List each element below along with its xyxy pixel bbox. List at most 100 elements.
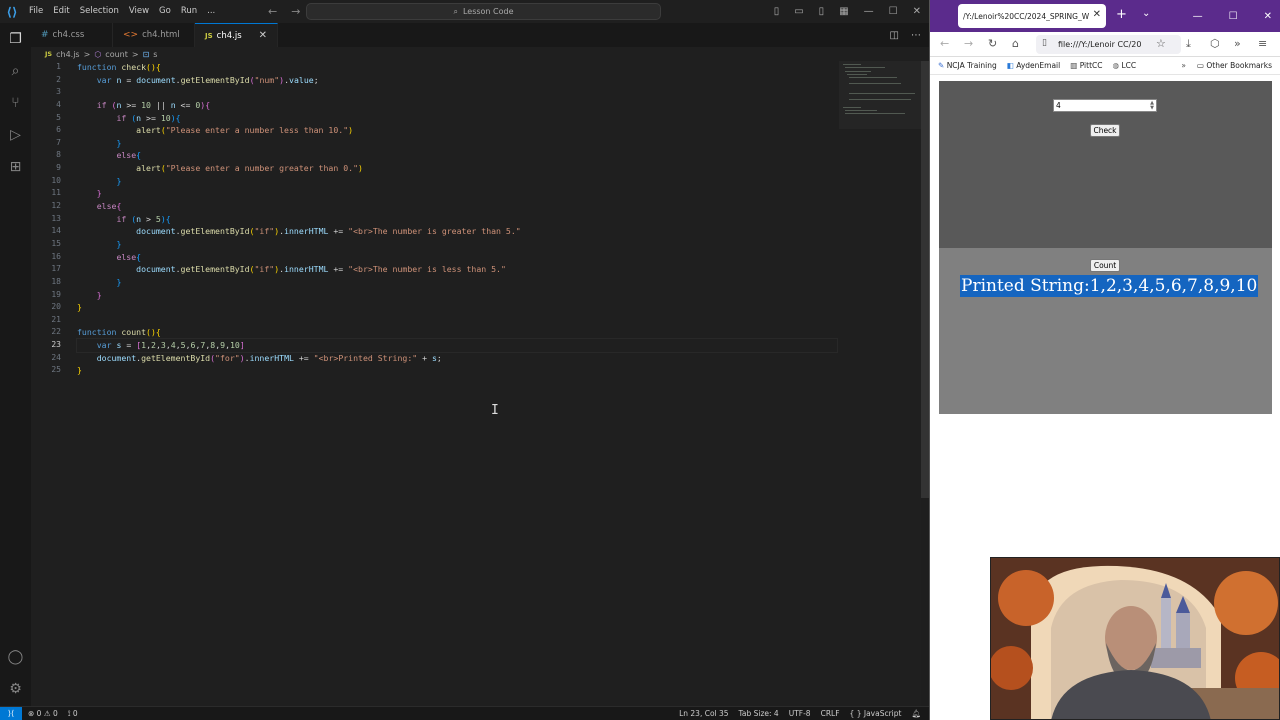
editor-scrollbar[interactable]: [921, 61, 929, 498]
problems-indicator[interactable]: ⊗ 0 ⚠ 0: [28, 709, 58, 719]
breadcrumb-file[interactable]: ch4.js: [56, 50, 80, 59]
maximize-icon[interactable]: ☐: [1229, 11, 1238, 22]
line-number: 18: [51, 276, 61, 286]
line-number: 14: [51, 226, 61, 236]
menu-file[interactable]: File: [24, 0, 48, 23]
line-number: 4: [56, 99, 61, 109]
menu-run[interactable]: Run: [176, 0, 202, 23]
minimize-icon[interactable]: —: [1193, 11, 1203, 22]
toggle-panel-icon[interactable]: ▭: [794, 6, 803, 17]
encoding[interactable]: UTF-8: [789, 709, 811, 718]
minimap[interactable]: [839, 61, 921, 129]
line-number: 23: [51, 340, 61, 350]
code-line: }: [77, 302, 82, 313]
check-button[interactable]: Check: [1090, 124, 1120, 137]
bookmark-ncja[interactable]: ✎ NCJA Training: [938, 61, 997, 70]
more-bookmarks-chevron-icon[interactable]: »: [1181, 61, 1186, 70]
breadcrumb-variable[interactable]: s: [153, 50, 157, 59]
other-bookmarks[interactable]: ▭ Other Bookmarks: [1197, 61, 1272, 70]
menu-bar: File Edit Selection View Go Run ...: [24, 0, 220, 23]
line-number: 20: [51, 302, 61, 312]
toggle-secondary-sidebar-icon[interactable]: ▯: [819, 6, 825, 17]
status-bar: ⟩⟨ ⊗ 0 ⚠ 0 ⟟ 0 Ln 23, Col 35 Tab Size: 4…: [0, 706, 929, 720]
code-editor[interactable]: 1 2 3 4 5 6 7 8 9 10 11 12 13 14 15 16 17 18 19 20 21 22 23 24 2…: [31, 61, 921, 706]
code-line: document.getElementById("if").innerHTML …: [136, 264, 506, 275]
customize-layout-icon[interactable]: ▦: [839, 6, 848, 17]
more-actions-icon[interactable]: ⋯: [911, 30, 921, 41]
toggle-sidebar-icon[interactable]: ▯: [774, 6, 780, 17]
tab-ch4-js[interactable]: JS ch4.js ✕: [195, 23, 278, 47]
code-line: }: [96, 289, 102, 300]
command-center-search[interactable]: ⌕ Lesson Code: [306, 3, 661, 20]
number-input-value: 4: [1056, 101, 1061, 110]
spinner-arrows-icon[interactable]: ▲ ▼: [1150, 101, 1154, 111]
new-tab-icon[interactable]: +: [1116, 7, 1127, 22]
line-number: 25: [51, 365, 61, 375]
minimize-icon[interactable]: —: [864, 6, 874, 17]
downloads-icon[interactable]: ⤓: [1186, 37, 1191, 51]
webcam-scene-illustration: [991, 558, 1279, 719]
run-debug-icon[interactable]: ▷: [6, 125, 25, 144]
breadcrumb-function[interactable]: count: [105, 50, 128, 59]
count-button[interactable]: Count: [1090, 259, 1120, 272]
menu-go[interactable]: Go: [154, 0, 176, 23]
remote-indicator-icon[interactable]: ⟩⟨: [0, 706, 22, 720]
home-icon[interactable]: ⌂: [1012, 37, 1019, 50]
search-view-icon[interactable]: ⌕: [6, 61, 25, 80]
settings-gear-icon[interactable]: ⚙: [6, 679, 25, 698]
forward-arrow-icon[interactable]: →: [291, 5, 300, 18]
web-page: 4 ▲ ▼ Check Count Printed String:1,2,3,4,…: [939, 81, 1272, 414]
code-line: }: [116, 137, 122, 148]
vscode-logo-icon: ⟨⟩: [6, 4, 18, 19]
notifications-bell-icon[interactable]: 🔔︎: [911, 709, 921, 718]
number-input[interactable]: 4 ▲ ▼: [1053, 99, 1157, 112]
tab-label: ch4.css: [52, 30, 85, 40]
bookmark-pittcc[interactable]: ▥ PittCC: [1070, 61, 1102, 70]
reload-icon[interactable]: ↻: [988, 37, 997, 50]
bookmark-lcc[interactable]: ◍ LCC: [1113, 61, 1137, 70]
close-tab-icon[interactable]: ✕: [259, 30, 267, 41]
menu-edit[interactable]: Edit: [48, 0, 74, 23]
close-tab-icon[interactable]: ✕: [1093, 9, 1101, 20]
forward-arrow-icon[interactable]: →: [964, 37, 973, 50]
navigation-toolbar: ← → ↻ ⌂ ▯ file:///Y:/Lenoir CC/20 ☆ ⤓ ⬡ …: [930, 32, 1280, 57]
maximize-icon[interactable]: ☐: [889, 6, 898, 17]
breadcrumb-separator: >: [131, 49, 139, 59]
line-number: 15: [51, 238, 61, 248]
browser-tab[interactable]: /Y:/Lenoir%20CC/2024_SPRING_WE ✕: [958, 4, 1106, 28]
list-tabs-chevron-icon[interactable]: ⌄: [1142, 8, 1150, 19]
code-line: else{: [116, 251, 142, 262]
back-arrow-icon[interactable]: ←: [268, 5, 277, 18]
ports-indicator[interactable]: ⟟ 0: [68, 709, 78, 719]
language-mode[interactable]: { } JavaScript: [850, 709, 902, 718]
menu-hamburger-icon[interactable]: ≡: [1258, 37, 1267, 50]
for-section: Count Printed String:1,2,3,4,5,6,7,8,9,1…: [939, 248, 1272, 414]
menu-view[interactable]: View: [124, 0, 154, 23]
js-file-icon: JS: [205, 31, 213, 40]
line-ending[interactable]: CRLF: [821, 709, 840, 718]
bookmark-ayden[interactable]: ◧ AydenEmail: [1007, 61, 1060, 70]
account-icon[interactable]: ◯: [6, 647, 25, 666]
menu-more[interactable]: ...: [202, 0, 220, 23]
cursor-position[interactable]: Ln 23, Col 35: [679, 709, 728, 718]
activity-bar: ❐ ⌕ ⑂ ▷ ⊞ ◯ ⚙: [0, 23, 31, 706]
explorer-icon[interactable]: ❐: [6, 29, 25, 48]
close-window-icon[interactable]: ✕: [1264, 11, 1272, 22]
split-editor-icon[interactable]: ◫: [890, 30, 899, 41]
extensions-icon[interactable]: ⊞: [6, 157, 25, 176]
line-number: 2: [56, 74, 61, 84]
code-content[interactable]: function check(){ var n = document.getEl…: [76, 61, 838, 377]
search-icon: ⌕: [453, 6, 458, 16]
code-line: if (n >= 10 || n <= 0){: [96, 99, 211, 110]
menu-selection[interactable]: Selection: [75, 0, 124, 23]
back-arrow-icon[interactable]: ←: [940, 37, 949, 50]
bookmark-star-icon[interactable]: ☆: [1156, 37, 1166, 50]
source-control-icon[interactable]: ⑂: [6, 93, 25, 112]
extensions-icon[interactable]: ⬡: [1210, 37, 1220, 50]
tab-ch4-css[interactable]: # ch4.css: [31, 23, 113, 47]
tab-size[interactable]: Tab Size: 4: [739, 709, 779, 718]
close-window-icon[interactable]: ✕: [913, 6, 921, 17]
more-tools-icon[interactable]: »: [1234, 37, 1241, 50]
line-number: 9: [56, 163, 61, 173]
tab-ch4-html[interactable]: <> ch4.html: [113, 23, 195, 47]
